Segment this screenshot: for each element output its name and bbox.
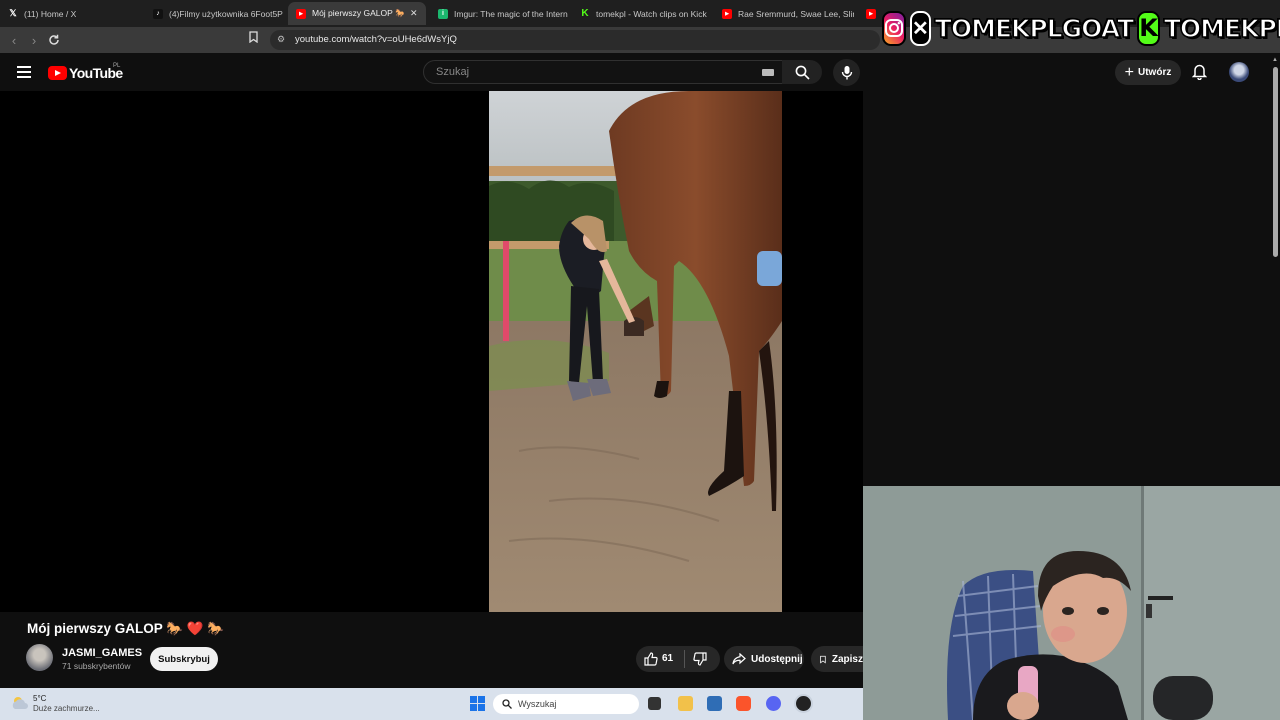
plus-icon: + [1124,63,1134,81]
windows-taskbar: 5°C Duże zachmurze... Wyszukaj [0,688,863,720]
like-dislike-group: 61 [636,646,720,672]
video-player[interactable] [0,91,863,612]
obs-studio-icon[interactable] [796,696,811,711]
overlay-kick-handle: TOMEKPL [1163,13,1280,44]
browser-tab-youtube-active[interactable]: ▶ Mój pierwszy GALOP 🐎 ❤️ ✕ [288,2,426,25]
imgur-icon: i [438,8,448,19]
file-explorer-icon[interactable] [678,696,693,711]
region-label: PL [113,63,121,69]
search-input[interactable] [434,65,738,79]
scroll-up-icon[interactable]: ▲ [1272,57,1278,63]
tiktok-icon: ♪ [153,8,163,19]
browser-tab-x-home[interactable]: 𝕏 (11) Home / X [0,2,145,25]
webcam-feed [863,486,1280,720]
overlay-handle: TOMEKPLGOAT [934,13,1135,44]
webcam-image [863,486,1280,720]
brave-browser-icon[interactable] [736,696,751,711]
search-icon [502,699,512,709]
search-icon [795,65,810,80]
browser-tab-tiktok[interactable]: ♪ (4)Filmy użytkownika 6Foot5P [145,2,283,25]
create-button[interactable]: + Utwórz [1115,60,1181,85]
taskbar-search[interactable]: Wyszukaj [493,694,639,714]
kick-logo-icon: K [1137,10,1160,46]
address-bar[interactable]: ⚙ youtube.com/watch?v=oUHe6dWsYjQ [270,30,880,50]
channel-avatar[interactable] [26,644,53,671]
menu-icon[interactable] [17,66,31,78]
back-icon[interactable]: ‹ [5,31,23,49]
browser-tab-youtube-music[interactable]: ▶ Rae Sremmurd, Swae Lee, Slim [714,2,854,25]
share-icon [732,653,746,665]
windows-start-icon[interactable] [470,696,485,711]
thumbs-up-icon [644,652,658,666]
browser-tab-overflow[interactable]: ▶ [858,2,882,25]
page-scrollbar[interactable]: ▲ [1270,57,1280,487]
search-button[interactable] [782,60,822,84]
search-box [423,60,783,84]
account-avatar[interactable] [1229,62,1249,82]
stream-overlay: ✕ TOMEKPLGOAT K TOMEKPL [882,7,1280,49]
x-logo-icon: 𝕏 [9,8,17,18]
share-button[interactable]: Udostępnij [724,646,804,672]
like-count: 61 [662,653,674,664]
task-view-icon[interactable] [648,697,661,710]
site-info-icon[interactable]: ⚙ [277,34,285,45]
x-logo-icon: ✕ [910,10,931,46]
close-tab-icon[interactable]: ✕ [410,8,418,19]
divider [684,650,685,668]
subscribe-button[interactable]: Subskrybuj [150,647,218,671]
youtube-icon: ▶ [296,8,306,19]
bookmark-save-icon [820,655,826,663]
instagram-icon [882,10,906,46]
browser-tab-kick[interactable]: K tomekpl - Watch clips on Kick [572,2,710,25]
youtube-logo[interactable]: YouTube [48,65,123,81]
video-scene-image [489,91,782,612]
video-frame[interactable] [489,91,782,612]
weather-temperature: 5°C [33,694,47,703]
video-title: Mój pierwszy GALOP 🐎 ❤️ 🐎 [27,621,225,636]
save-button[interactable]: Zapisz [811,646,863,672]
discord-icon[interactable] [766,696,781,711]
like-button[interactable] [644,652,658,669]
browser-tab-imgur[interactable]: i Imgur: The magic of the Intern [430,2,568,25]
thumbs-down-icon [693,652,707,666]
scrollbar-thumb[interactable] [1273,67,1278,257]
bookmark-icon[interactable] [249,31,258,46]
url-text: youtube.com/watch?v=oUHe6dWsYjQ [295,34,457,45]
kick-icon: K [581,8,589,19]
youtube-icon: ▶ [722,8,732,19]
microsoft-store-icon[interactable] [707,696,722,711]
dislike-button[interactable] [693,652,707,669]
notifications-bell-icon[interactable] [1191,63,1208,85]
microphone-icon [841,66,852,80]
forward-icon[interactable]: › [25,31,43,49]
youtube-header: YouTube PL +Utwórz [0,53,1280,91]
keyboard-icon[interactable] [762,69,774,76]
voice-search-button[interactable] [833,59,860,86]
subscriber-count: 71 subskrybentów [62,661,131,671]
weather-description: Duże zachmurze... [33,704,100,713]
channel-name[interactable]: JASMI_GAMES [62,647,142,659]
cloudy-weather-icon[interactable] [10,695,30,716]
youtube-play-icon [48,66,67,80]
youtube-icon: ▶ [866,8,876,19]
reload-icon[interactable] [45,31,63,49]
